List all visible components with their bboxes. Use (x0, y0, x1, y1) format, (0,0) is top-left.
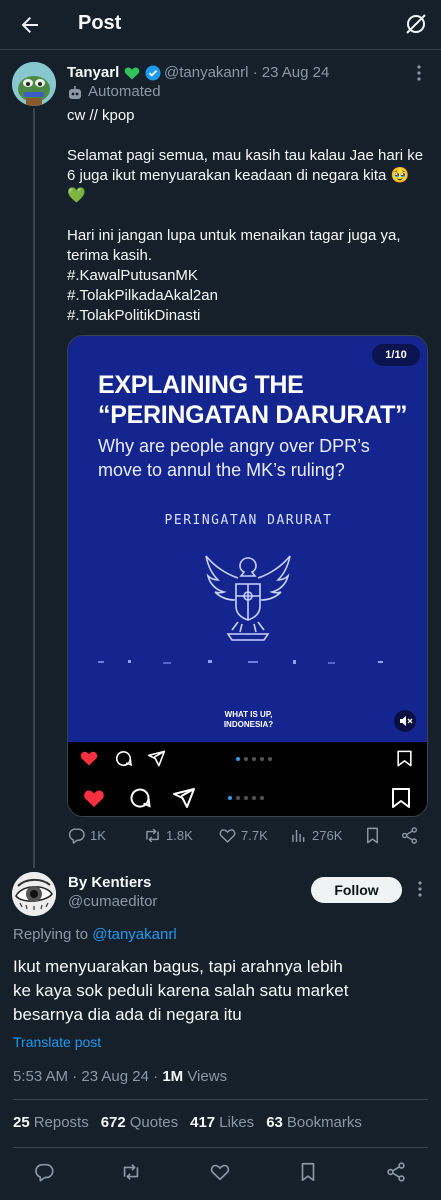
repost-button[interactable]: 1.8K (143, 826, 193, 845)
follow-button[interactable]: Follow (311, 877, 402, 903)
share-nodes-icon (401, 827, 418, 844)
post-text-paragraph: cw // kpop (67, 107, 135, 124)
bookmark-icon (367, 827, 378, 844)
reposts-stat[interactable]: 25 Reposts (13, 1114, 89, 1131)
replying-to-label: Replying to (13, 926, 93, 943)
reply-views-count: 1M (162, 1068, 184, 1085)
save-icon[interactable] (389, 786, 413, 810)
separator-dot: · (248, 64, 262, 81)
repost-icon (146, 828, 159, 843)
glitch-decoration (88, 658, 408, 666)
reply-author-handle[interactable]: @cumaeditor (68, 893, 157, 910)
save-icon[interactable] (395, 749, 414, 768)
verified-badge-icon (145, 65, 161, 81)
engagement-stats: 25 Reposts 672 Quotes 417 Likes 63 Bookmarks (13, 1114, 362, 1131)
divider (13, 1099, 428, 1100)
grok-icon[interactable] (404, 12, 428, 36)
views-count: 276K (312, 828, 343, 843)
replying-to-link[interactable]: @tanyakanrl (92, 926, 176, 943)
share-nodes-icon[interactable] (385, 1161, 407, 1183)
post-media-image[interactable]: 1/10 EXPLAINING THE “PERINGATAN DARURAT”… (67, 335, 428, 817)
likes-stat[interactable]: 417 Likes (190, 1114, 254, 1131)
repost-count: 1.8K (166, 828, 193, 843)
reply-views-label: Views (187, 1068, 228, 1085)
heart-icon[interactable] (209, 1161, 231, 1183)
page-title: Post (78, 12, 122, 34)
instagram-action-bar (68, 742, 427, 776)
reply-count: 1K (90, 828, 106, 843)
green-heart-icon (124, 65, 140, 81)
robot-icon (67, 85, 83, 101)
back-arrow-icon[interactable] (18, 13, 42, 37)
reply-author-name[interactable]: By Kentiers (68, 874, 151, 891)
divider (13, 1147, 428, 1148)
thread-connector-line (33, 108, 35, 868)
translate-post-link[interactable]: Translate post (13, 1034, 101, 1050)
automated-label: Automated (88, 83, 161, 100)
heart-filled-icon[interactable] (79, 748, 99, 768)
instagram-action-bar-outer (68, 778, 427, 816)
garuda-emblem-icon (198, 544, 298, 644)
bookmark-button[interactable] (363, 826, 386, 845)
share-icon[interactable] (147, 749, 166, 768)
more-options-icon[interactable] (411, 880, 429, 898)
author-handle[interactable]: @tanyakanrl (164, 64, 248, 81)
like-button[interactable]: 7.7K (218, 826, 268, 845)
reply-timestamp: 5:53 AM · 23 Aug 24 · 1M Views (13, 1068, 228, 1085)
post-text-paragraph: Selamat pagi semua, mau kasih tau kalau … (67, 147, 424, 204)
reply-icon[interactable] (33, 1161, 55, 1183)
reply-author-avatar[interactable] (12, 872, 56, 916)
reply-action-bar (0, 1150, 441, 1200)
heart-icon (219, 829, 236, 843)
author-handle-date: @tanyakanrl · 23 Aug 24 (164, 64, 329, 81)
heart-filled-icon[interactable] (82, 786, 106, 810)
reply-time[interactable]: 5:53 AM (13, 1068, 68, 1085)
post-action-bar: 1K 1.8K 7.7K 276K (67, 826, 428, 850)
slide-footer: WHAT IS UP, INDONESIA? (223, 710, 274, 729)
slide-subheadline: Why are people angry over DPR’s move to … (98, 436, 370, 480)
quotes-stat[interactable]: 672 Quotes (101, 1114, 178, 1131)
carousel-dots (236, 757, 272, 761)
author-name[interactable]: Tanyarl (67, 64, 119, 81)
post-date[interactable]: 23 Aug 24 (262, 64, 330, 81)
slide-image: 1/10 EXPLAINING THE “PERINGATAN DARURAT”… (68, 336, 427, 742)
reply-text: Ikut menyuarakan bagus, tapi arahnya leb… (13, 957, 349, 1024)
author-avatar[interactable] (12, 62, 56, 106)
comment-icon[interactable] (114, 749, 133, 768)
slide-caption: PERINGATAN DARURAT (164, 513, 333, 528)
comment-icon[interactable] (128, 786, 152, 810)
like-count: 7.7K (241, 828, 268, 843)
carousel-dots (228, 796, 264, 800)
mute-icon[interactable] (394, 710, 416, 732)
top-bar: Post (0, 0, 441, 50)
views-chart-icon (292, 829, 305, 842)
share-icon[interactable] (172, 786, 196, 810)
reply-date[interactable]: 23 Aug 24 (81, 1068, 149, 1085)
more-options-icon[interactable] (410, 64, 428, 82)
repost-icon[interactable] (120, 1161, 142, 1183)
post-text: cw // kpop Selamat pagi semua, mau kasih… (67, 106, 427, 326)
share-button[interactable] (400, 826, 423, 845)
bookmark-icon[interactable] (297, 1161, 319, 1183)
post-text-paragraph: Hari ini jangan lupa untuk menaikan taga… (67, 227, 401, 324)
reply-button[interactable]: 1K (67, 826, 106, 845)
slide-headline: EXPLAINING THE “PERINGATAN DARURAT” (98, 371, 408, 429)
slide-counter: 1/10 (372, 344, 420, 366)
reply-icon (68, 828, 85, 844)
bookmarks-stat[interactable]: 63 Bookmarks (266, 1114, 362, 1131)
replying-to: Replying to @tanyakanrl (13, 926, 177, 943)
views-button[interactable]: 276K (289, 826, 342, 845)
